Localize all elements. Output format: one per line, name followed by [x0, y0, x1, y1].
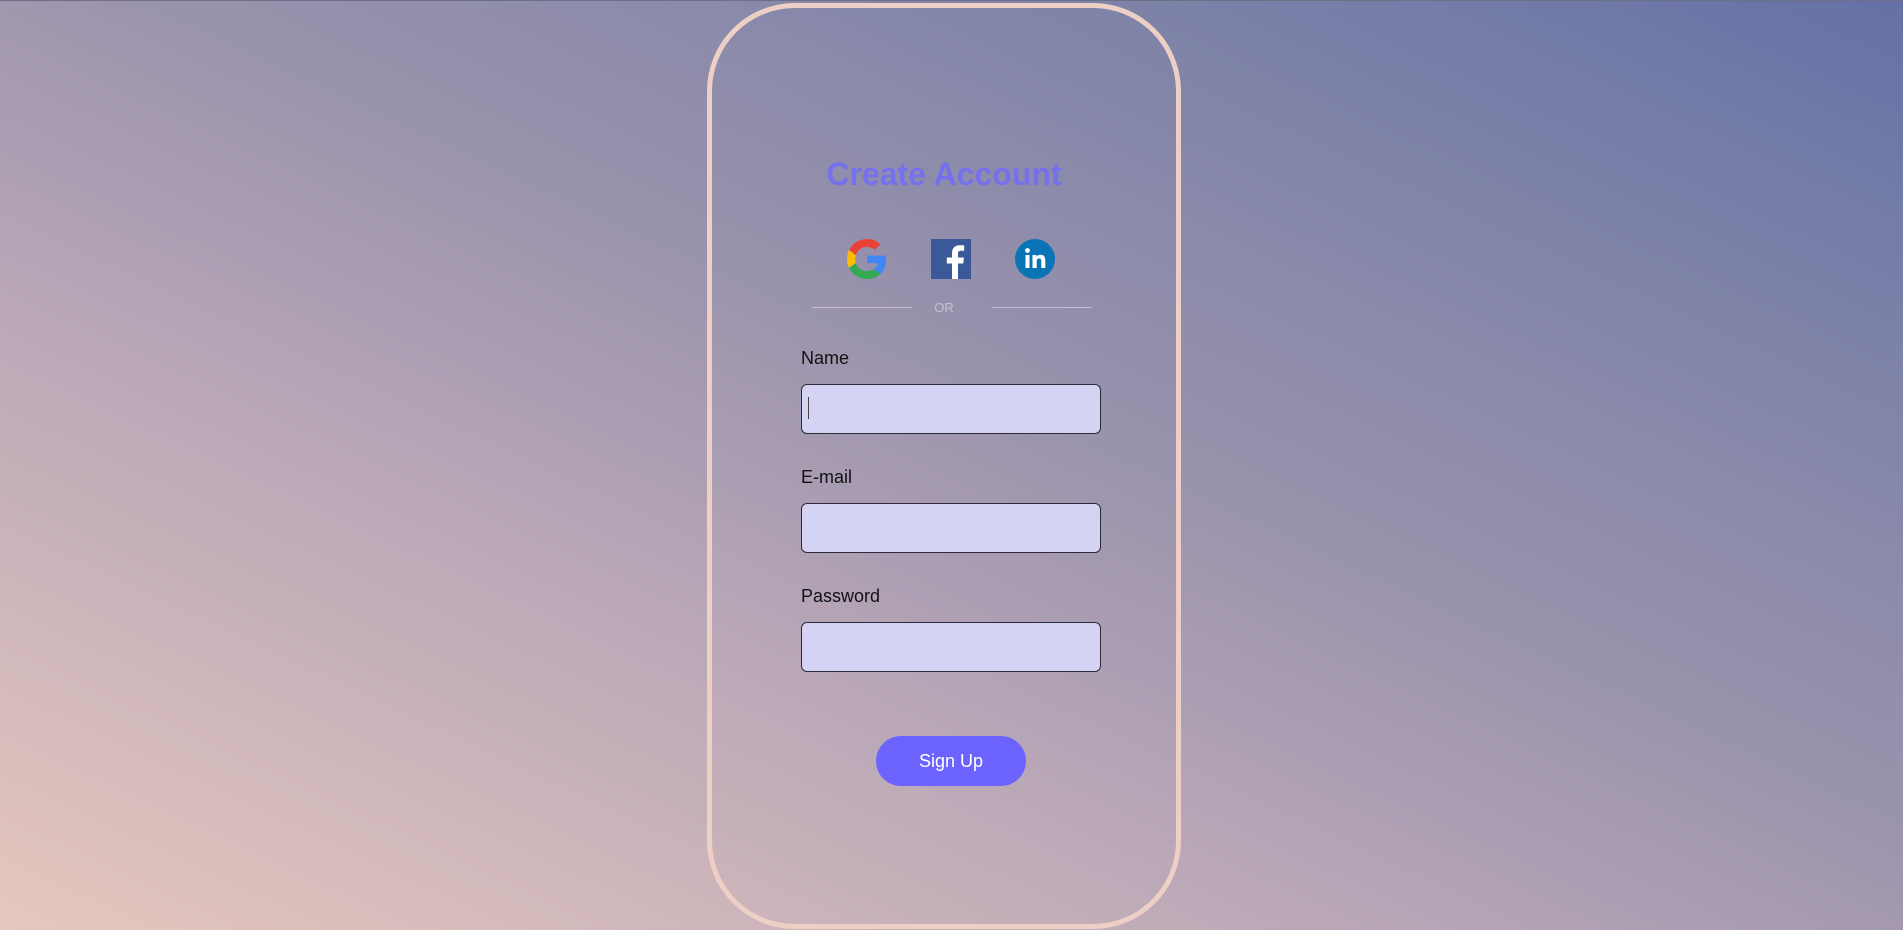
sign-up-button[interactable]: Sign Up	[876, 736, 1026, 786]
name-field[interactable]	[801, 384, 1101, 434]
social-login-row	[712, 239, 1176, 279]
password-label: Password	[801, 586, 881, 606]
divider-line-right	[992, 307, 1092, 308]
linkedin-icon[interactable]	[1015, 239, 1055, 279]
email-field[interactable]	[801, 503, 1101, 553]
password-field[interactable]	[801, 622, 1101, 672]
google-icon[interactable]	[847, 239, 887, 279]
or-divider: OR	[712, 298, 1176, 318]
divider-text: OR	[934, 300, 954, 315]
signup-card: Create Account OR Name E-mail Password S…	[707, 3, 1181, 929]
name-label: Name	[801, 348, 850, 368]
facebook-icon[interactable]	[931, 239, 971, 279]
email-label: E-mail	[801, 467, 853, 487]
page-title: Create Account	[826, 156, 1062, 192]
text-cursor	[808, 397, 809, 419]
top-border-line	[0, 0, 1903, 1]
